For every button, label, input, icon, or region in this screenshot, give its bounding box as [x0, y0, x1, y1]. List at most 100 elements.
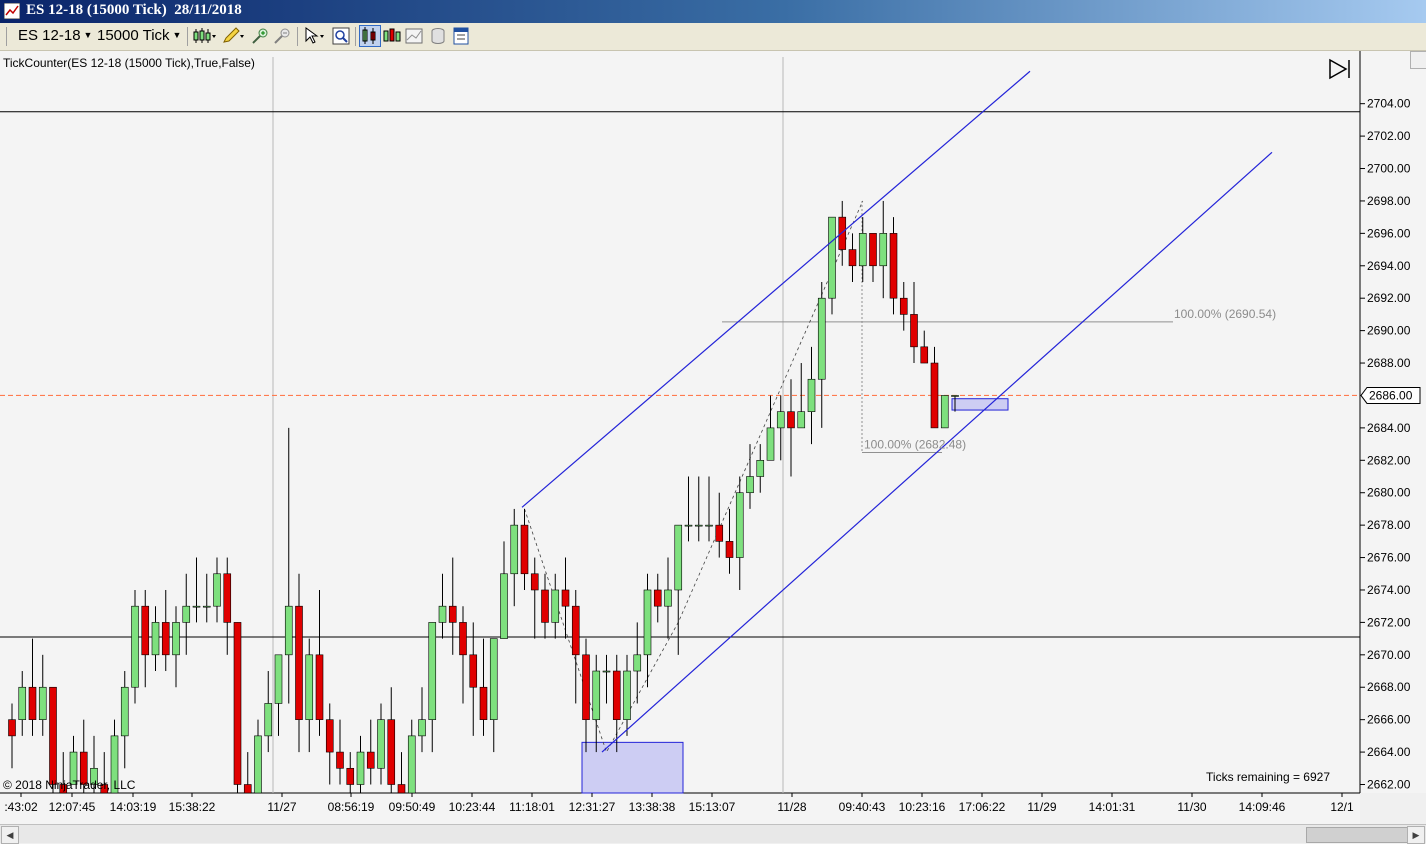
up-candle-body	[120, 686, 129, 737]
time-tick-label: 11/27	[267, 800, 296, 814]
time-tick-label: 14:01:31	[1089, 800, 1136, 814]
price-tick-label: 2702.00	[1367, 129, 1411, 143]
price-tick-label: 2676.00	[1367, 551, 1411, 565]
instrument-value: ES 12-18	[18, 27, 81, 44]
chart-style-icon[interactable]	[359, 25, 381, 47]
up-candle-body	[940, 395, 949, 429]
window-title: ES 12-18 (15000 Tick) 28/11/2018	[26, 2, 242, 18]
time-tick-label: 13:38:38	[629, 800, 676, 814]
candle[interactable]	[233, 622, 242, 793]
current-price-label: 2686.00	[1369, 388, 1413, 402]
scroll-right-icon[interactable]: ▶	[1407, 826, 1425, 844]
down-candle-body	[397, 784, 406, 794]
down-candle-body	[366, 751, 375, 769]
up-candle-body	[879, 233, 888, 267]
time-tick-label: 10:23:16	[899, 800, 946, 814]
chevron-down-icon: ▼	[172, 30, 182, 40]
price-tick-label: 2682.00	[1367, 453, 1411, 467]
down-candle-body	[612, 670, 621, 720]
down-candle-body	[448, 605, 457, 623]
price-tick-label: 2674.00	[1367, 583, 1411, 597]
chevron-down-icon: ▼	[83, 30, 93, 40]
data-box-icon[interactable]	[331, 26, 351, 46]
up-candle-body	[776, 411, 785, 429]
bar-type-icon[interactable]	[193, 26, 217, 46]
ticks-remaining-text: Ticks remaining = 6927	[1206, 770, 1330, 784]
up-candle-body	[489, 638, 498, 720]
time-tick-label: 11/30	[1177, 800, 1206, 814]
zoom-in-icon[interactable]	[250, 26, 270, 46]
price-scale-button[interactable]	[1410, 51, 1426, 69]
down-candle-body	[715, 524, 724, 542]
period-selector[interactable]: 15000 Tick ▼	[97, 27, 181, 44]
toolbar-separator	[297, 27, 298, 46]
rectangle-zone[interactable]	[951, 398, 1009, 411]
down-candle-body	[479, 686, 488, 720]
down-candle-body	[49, 686, 57, 785]
data-series-icon[interactable]	[428, 26, 448, 46]
down-candle-body	[233, 622, 242, 785]
down-candle-body	[530, 573, 539, 591]
up-candle-body	[951, 395, 959, 397]
up-candle-body	[746, 476, 754, 494]
down-candle-body	[653, 589, 662, 607]
chart-panel[interactable]: 100.00% (2690.54) 100.00% (2682.48) 2704.…	[0, 51, 1426, 824]
down-candle-body	[582, 654, 590, 720]
time-tick-label: 12:31:27	[569, 800, 616, 814]
up-candle-body	[858, 233, 867, 267]
pointer-cursor-icon[interactable]	[303, 26, 327, 46]
up-candle-body	[172, 622, 180, 656]
price-tick-label: 2694.00	[1367, 259, 1411, 273]
up-candle-body	[182, 605, 191, 623]
price-tick-label: 2664.00	[1367, 745, 1411, 759]
down-candle-body	[899, 297, 908, 315]
up-candle-body	[38, 686, 47, 720]
up-candle-body	[633, 654, 642, 672]
down-candle-body	[930, 362, 939, 429]
up-candle-body	[428, 622, 437, 720]
up-candle-body	[828, 216, 836, 299]
up-candle-body	[510, 524, 519, 575]
properties-icon[interactable]	[451, 26, 471, 46]
horizontal-scrollbar[interactable]: ◀ ▶	[0, 824, 1426, 844]
zoom-out-icon[interactable]	[272, 26, 292, 46]
up-candle-body	[643, 589, 652, 656]
time-tick-label: :43:02	[4, 800, 38, 814]
up-candle-body	[356, 751, 365, 785]
up-candle-body	[664, 589, 672, 607]
rectangle-zone[interactable]	[581, 741, 684, 794]
time-tick-label: 09:40:43	[839, 800, 886, 814]
indicators-icon[interactable]	[382, 26, 402, 46]
chart-toolbar: ES 12-18 ▼ 15000 Tick ▼	[0, 23, 1426, 51]
down-candle-body	[8, 719, 16, 737]
time-tick-label: 17:06:22	[959, 800, 1006, 814]
up-candle-body	[202, 605, 211, 608]
down-candle-body	[315, 654, 324, 720]
drawing-pencil-icon[interactable]	[221, 26, 245, 46]
period-value: 15000 Tick	[97, 27, 170, 44]
down-candle-body	[541, 589, 549, 623]
scroll-left-icon[interactable]: ◀	[1, 826, 19, 844]
instrument-selector[interactable]: ES 12-18 ▼	[18, 27, 92, 44]
time-tick-label: 08:56:19	[328, 800, 375, 814]
time-tick-label: 12/1	[1330, 800, 1354, 814]
price-tick-label: 2678.00	[1367, 518, 1411, 532]
indicator-label: TickCounter(ES 12-18 (15000 Tick),True,F…	[3, 56, 255, 70]
scrollbar-thumb[interactable]	[1306, 827, 1408, 843]
title-bar: ES 12-18 (15000 Tick) 28/11/2018	[0, 0, 1426, 23]
down-candle-body	[141, 605, 150, 656]
strategies-icon[interactable]	[404, 26, 424, 46]
candle[interactable]	[131, 589, 139, 704]
down-candle-body	[325, 719, 334, 753]
down-candle-body	[787, 411, 795, 429]
price-tick-label: 2690.00	[1367, 324, 1411, 338]
down-candle-body	[910, 314, 918, 348]
candle[interactable]	[940, 395, 949, 429]
price-tick-label: 2672.00	[1367, 615, 1411, 629]
up-candle-body	[602, 670, 611, 673]
price-tick-label: 2684.00	[1367, 421, 1411, 435]
down-candle-body	[838, 216, 847, 250]
up-candle-body	[254, 735, 262, 794]
up-candle-body	[500, 573, 508, 639]
down-candle-body	[520, 524, 529, 575]
